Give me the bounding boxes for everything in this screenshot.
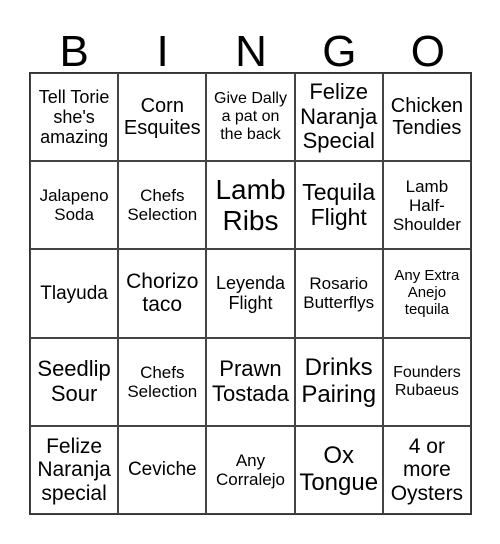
bingo-cell[interactable]: Prawn Tostada <box>206 337 295 426</box>
bingo-cell[interactable]: Lamb Half- Shoulder <box>382 161 471 250</box>
bingo-cell[interactable]: Give Dally a pat on the back <box>206 73 295 162</box>
bingo-cell[interactable]: Any Extra Anejo tequila <box>382 249 471 338</box>
bingo-cell[interactable]: Leyenda Flight <box>206 249 295 338</box>
bingo-cell[interactable]: Seedlip Sour <box>30 337 119 426</box>
bingo-header: B I N G O <box>30 27 472 76</box>
bingo-cell[interactable]: Chefs Selection <box>118 161 207 250</box>
bingo-cell[interactable]: 4 or more Oysters <box>382 425 471 514</box>
bingo-cell[interactable]: Rosario Butterflys <box>294 249 383 338</box>
header-letter-n: N <box>235 27 267 76</box>
bingo-cell[interactable]: Tell Torie she's amazing <box>30 73 119 162</box>
bingo-cell[interactable]: Founders Rubaeus <box>382 337 471 426</box>
header-letter-g: G <box>322 27 357 76</box>
header-letter-i: I <box>156 27 169 76</box>
bingo-cell[interactable]: Ox Tongue <box>294 425 383 514</box>
header-letter-o: O <box>410 27 445 76</box>
bingo-cell[interactable]: Tequila Flight <box>294 161 383 250</box>
bingo-cell[interactable]: Any Corralejo <box>206 425 295 514</box>
bingo-cell[interactable]: Chefs Selection <box>118 337 207 426</box>
header-letter-b: B <box>59 27 89 76</box>
bingo-cell[interactable]: Lamb Ribs <box>206 161 295 250</box>
bingo-cell[interactable]: Chorizo taco <box>118 249 207 338</box>
bingo-cell[interactable]: Chicken Tendies <box>382 73 471 162</box>
bingo-cell[interactable]: Felize Naranja special <box>30 425 119 514</box>
bingo-cell[interactable]: Tlayuda <box>30 249 119 338</box>
bingo-card: Tell Torie she's amazing Corn Esquites G… <box>29 72 472 515</box>
bingo-cell[interactable]: Corn Esquites <box>118 73 207 162</box>
bingo-cell[interactable]: Jalapeno Soda <box>30 161 119 250</box>
bingo-cell[interactable]: Felize Naranja Special <box>294 73 383 162</box>
bingo-cell[interactable]: Ceviche <box>118 425 207 514</box>
bingo-cell[interactable]: Drinks Pairing <box>294 337 383 426</box>
